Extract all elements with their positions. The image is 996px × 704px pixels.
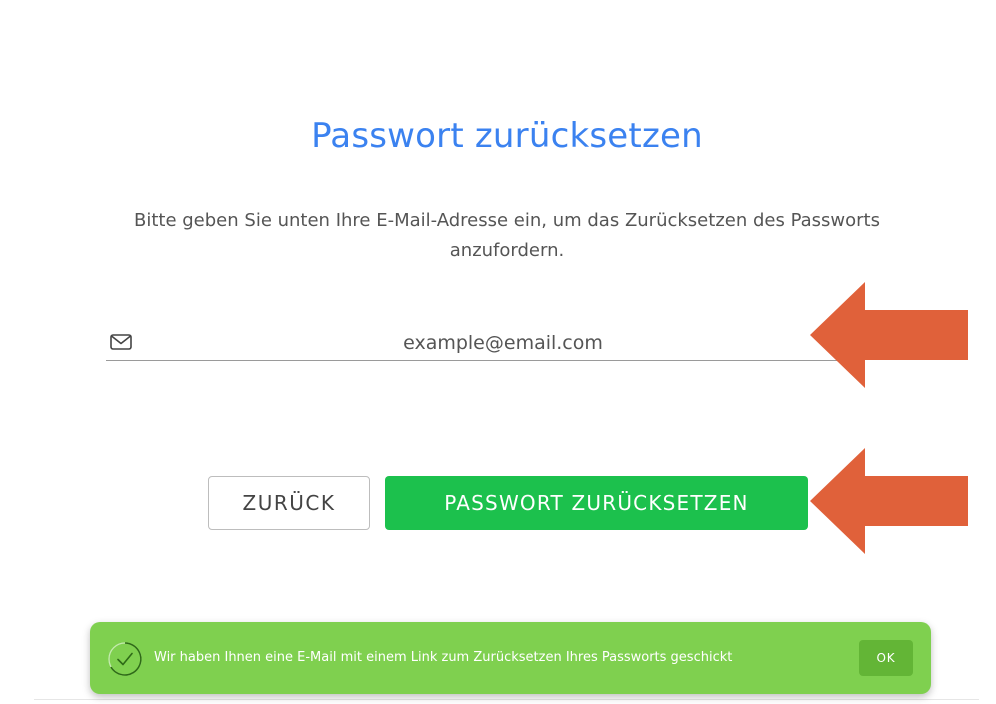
left-arrow-icon <box>810 282 968 388</box>
left-arrow-icon <box>810 448 968 554</box>
email-field-row <box>106 326 860 361</box>
divider <box>34 699 979 700</box>
password-reset-page: Passwort zurücksetzen Bitte geben Sie un… <box>0 0 996 704</box>
check-circle-icon <box>108 642 142 676</box>
toast-message: Wir haben Ihnen eine E-Mail mit einem Li… <box>154 650 733 665</box>
page-subtitle: Bitte geben Sie unten Ihre E-Mail-Adress… <box>134 210 880 261</box>
success-toast: Wir haben Ihnen eine E-Mail mit einem Li… <box>90 622 931 694</box>
page-title: Passwort zurücksetzen <box>311 116 703 156</box>
toast-ok-button[interactable]: OK <box>859 640 913 676</box>
email-input[interactable] <box>146 326 860 360</box>
back-button[interactable]: ZURÜCK <box>208 476 370 530</box>
envelope-icon <box>110 334 132 350</box>
reset-password-button[interactable]: PASSWORT ZURÜCKSETZEN <box>385 476 808 530</box>
